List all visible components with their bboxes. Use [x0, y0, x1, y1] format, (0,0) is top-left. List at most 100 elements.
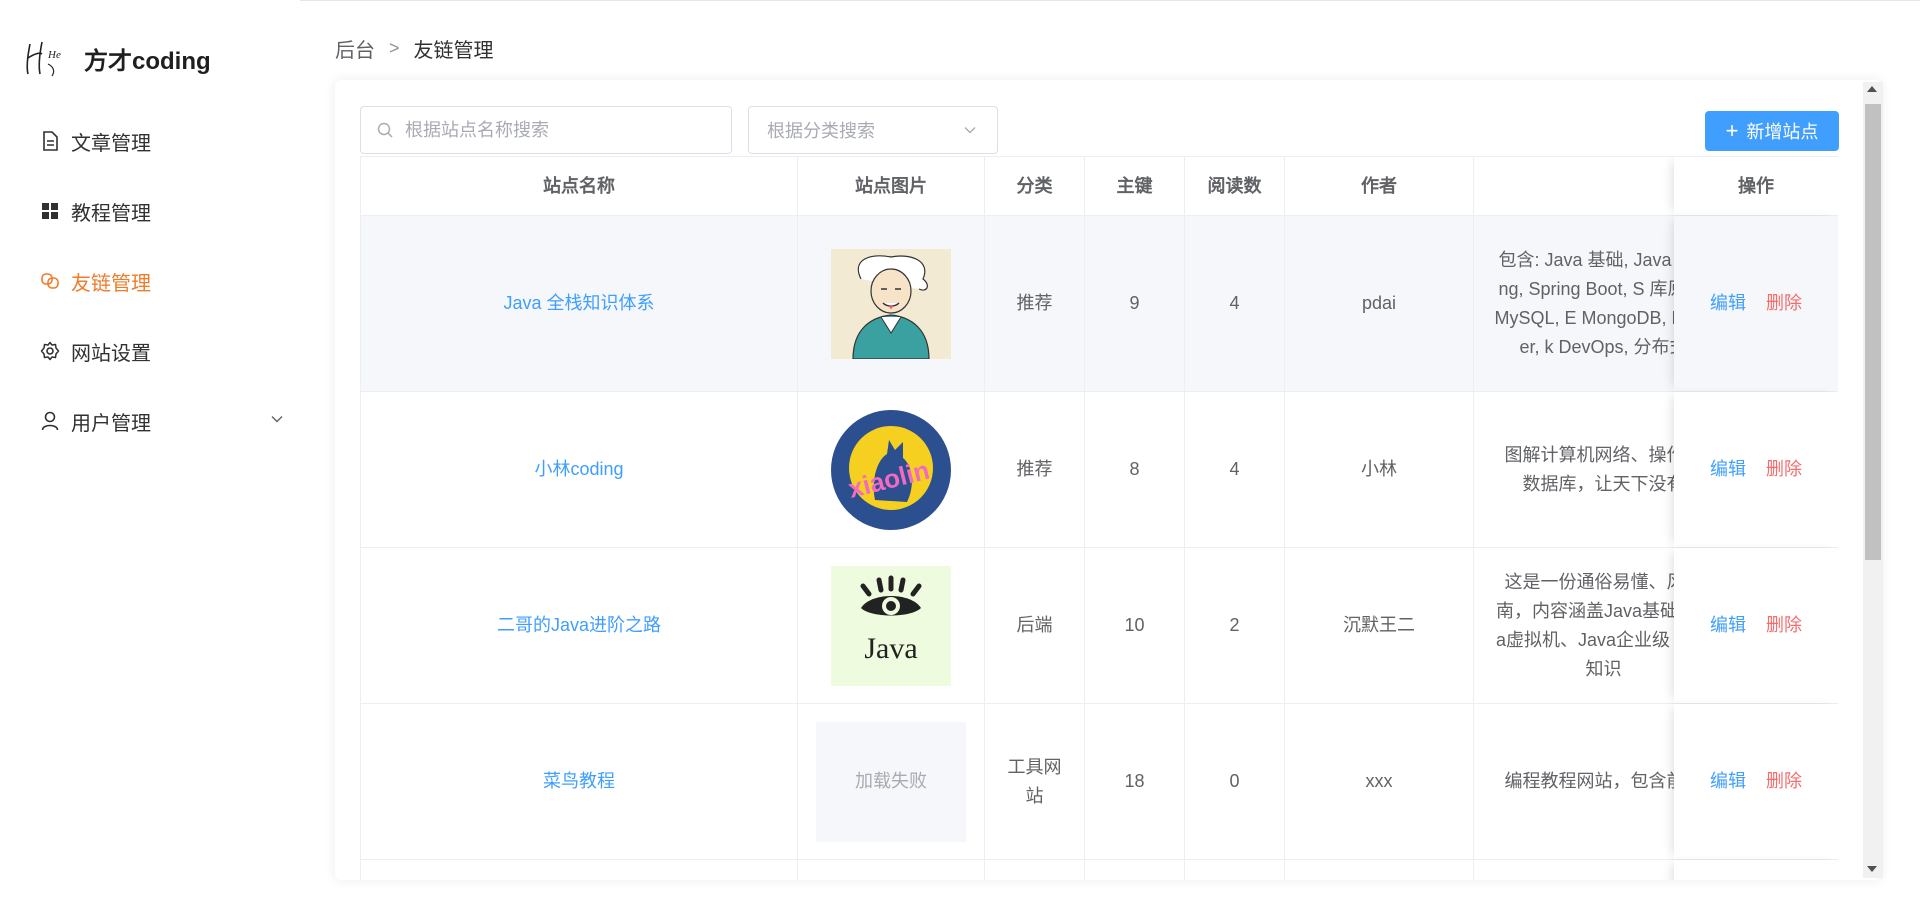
delete-button[interactable]: 删除: [1766, 767, 1802, 796]
sidebar-item-articles[interactable]: 文章管理: [0, 106, 300, 176]
scrollbar-thumb[interactable]: [1865, 104, 1881, 560]
column-header: 分类: [985, 157, 1085, 215]
category-text: 工具网站: [1007, 756, 1062, 806]
java-eye-logo-image: Java: [831, 565, 951, 686]
id-cell: 10: [1085, 548, 1185, 703]
category-cell: 推荐: [985, 216, 1085, 391]
column-header: 操作: [1674, 157, 1838, 215]
reads-cell: 4: [1185, 216, 1285, 391]
table-cell: [1285, 860, 1474, 880]
actions-cell: 编辑 删除: [1674, 704, 1838, 859]
column-header: 阅读数: [1185, 157, 1285, 215]
logo-signature-icon: He: [26, 41, 61, 77]
reads-cell: 2: [1185, 548, 1285, 703]
table-cell: [1085, 860, 1185, 880]
reads-cell: 4: [1185, 392, 1285, 547]
table-row: [361, 860, 1838, 880]
scroll-up-arrow-icon[interactable]: [1867, 86, 1877, 92]
id-cell: 18: [1085, 704, 1185, 859]
search-input[interactable]: [403, 118, 707, 142]
site-name-cell: 菜鸟教程: [361, 704, 798, 859]
site-name-link[interactable]: 菜鸟教程: [543, 767, 615, 796]
category-cell: 工具网站: [985, 704, 1085, 859]
chevron-down-icon: [964, 127, 976, 134]
site-name-cell: 二哥的Java进阶之路: [361, 548, 798, 703]
table-cell: [361, 860, 798, 880]
edit-button[interactable]: 编辑: [1710, 611, 1746, 640]
breadcrumb-root[interactable]: 后台: [335, 34, 375, 63]
site-image[interactable]: [831, 244, 951, 364]
site-image-cell: 加载失败: [798, 704, 985, 859]
sidebar-item-users[interactable]: 用户管理: [0, 386, 300, 456]
sidebar: He 方才coding 文章管理 教程管理 友链管理 网站设置 用户管理: [0, 0, 300, 922]
svg-text:Java: Java: [864, 632, 917, 665]
site-image-cell: [798, 216, 985, 391]
actions-cell: 编辑 删除: [1674, 392, 1838, 547]
sidebar-item-label: 文章管理: [71, 132, 151, 155]
link-icon: [40, 271, 60, 291]
app-logo[interactable]: He 方才coding: [22, 36, 211, 80]
sidebar-item-label: 网站设置: [71, 342, 151, 365]
sidebar-item-tutorials[interactable]: 教程管理: [0, 176, 300, 246]
delete-button[interactable]: 删除: [1766, 455, 1802, 484]
column-header: 作者: [1285, 157, 1474, 215]
main-card: 根据分类搜索 + 新增站点 站点名称 站点图片 分类 主键 阅读数 作者 简介 …: [335, 80, 1881, 880]
site-name-link[interactable]: Java 全栈知识体系: [503, 289, 654, 318]
id-cell: 9: [1085, 216, 1185, 391]
breadcrumb: 后台 > 友链管理: [335, 34, 494, 63]
xiaolin-logo-image: xiaolin: [831, 409, 951, 530]
add-site-button[interactable]: + 新增站点: [1705, 111, 1839, 151]
breadcrumb-separator: >: [389, 38, 400, 58]
author-cell: 沉默王二: [1285, 548, 1474, 703]
chevron-down-icon[interactable]: [270, 412, 284, 426]
category-cell: 推荐: [985, 392, 1085, 547]
table-cell: [1674, 860, 1838, 880]
edit-button[interactable]: 编辑: [1710, 767, 1746, 796]
edit-button[interactable]: 编辑: [1710, 455, 1746, 484]
scroll-down-arrow-icon[interactable]: [1867, 866, 1877, 872]
category-select-placeholder: 根据分类搜索: [767, 121, 875, 141]
site-name-link[interactable]: 小林coding: [534, 455, 623, 484]
breadcrumb-current: 友链管理: [413, 40, 494, 62]
svg-text:He: He: [47, 49, 61, 61]
sidebar-item-label: 友链管理: [71, 272, 151, 295]
site-image-cell: xiaolin: [798, 392, 985, 547]
table-cell: [985, 860, 1085, 880]
site-name-cell: Java 全栈知识体系: [361, 216, 798, 391]
table-header: 站点名称 站点图片 分类 主键 阅读数 作者 简介 操作: [361, 157, 1838, 216]
site-image-cell: Java: [798, 548, 985, 703]
actions-cell: 编辑 删除: [1674, 548, 1838, 703]
site-image[interactable]: Java: [831, 565, 951, 686]
site-image[interactable]: xiaolin: [831, 409, 951, 530]
add-site-button-label: 新增站点: [1746, 122, 1819, 142]
sidebar-item-settings[interactable]: 网站设置: [0, 316, 300, 386]
document-icon: [40, 131, 60, 151]
search-icon: [377, 122, 393, 138]
app-name: 方才coding: [84, 47, 211, 75]
image-load-failed: 加载失败: [816, 721, 966, 842]
site-name-search[interactable]: [360, 106, 732, 154]
sidebar-menu: 文章管理 教程管理 友链管理 网站设置 用户管理: [0, 106, 300, 456]
delete-button[interactable]: 删除: [1766, 289, 1802, 318]
table-row: 二哥的Java进阶之路 Java 后端 10 2 沉默王二 这是一份通俗易懂、风…: [361, 548, 1838, 704]
author-cell: xxx: [1285, 704, 1474, 859]
edit-button[interactable]: 编辑: [1710, 289, 1746, 318]
einstein-cartoon-image: [831, 248, 951, 359]
table-row: 菜鸟教程 加载失败 工具网站 18 0 xxx 编程教程网站，包含前端 编辑 删…: [361, 704, 1838, 860]
site-name-link[interactable]: 二哥的Java进阶之路: [497, 611, 661, 640]
sidebar-item-links[interactable]: 友链管理: [0, 246, 300, 316]
column-header: 站点图片: [798, 157, 985, 215]
reads-cell: 0: [1185, 704, 1285, 859]
category-select[interactable]: 根据分类搜索: [748, 106, 998, 154]
sidebar-item-label: 用户管理: [71, 412, 151, 435]
id-cell: 8: [1085, 392, 1185, 547]
category-cell: 后端: [985, 548, 1085, 703]
actions-cell: 编辑 删除: [1674, 216, 1838, 391]
sidebar-item-label: 教程管理: [71, 202, 151, 225]
plus-icon: +: [1725, 118, 1739, 143]
column-header: 主键: [1085, 157, 1185, 215]
table-row: 小林coding xiaolin 推荐 8 4 小林 图解计算机网络、操作系 数…: [361, 392, 1838, 548]
table-row: Java 全栈知识体系 推荐 9 4 pdai 包含: Java 基础, Jav…: [361, 216, 1838, 392]
author-cell: pdai: [1285, 216, 1474, 391]
delete-button[interactable]: 删除: [1766, 611, 1802, 640]
